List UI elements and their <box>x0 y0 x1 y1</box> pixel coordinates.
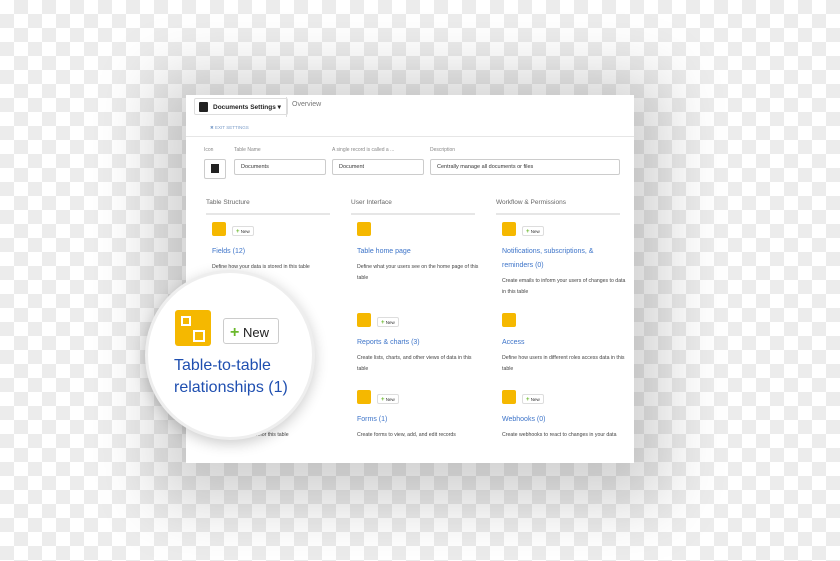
webhooks-link[interactable]: Webhooks (0) <box>502 413 545 427</box>
new-form-button[interactable]: + New <box>377 394 399 404</box>
table-name-label: Table Name <box>234 147 261 153</box>
fields-link[interactable]: Fields (12) <box>212 245 245 259</box>
divider <box>186 136 634 137</box>
table-home-page-link[interactable]: Table home page <box>357 245 411 259</box>
forms-link[interactable]: Forms (1) <box>357 413 387 427</box>
icon-picker[interactable] <box>204 159 226 179</box>
webhooks-icon <box>502 390 516 404</box>
new-webhook-button[interactable]: + New <box>522 394 544 404</box>
section-title: Workflow & Permissions <box>496 199 566 206</box>
reports-icon <box>357 313 371 327</box>
notifications-icon <box>502 222 516 236</box>
divider <box>496 213 620 215</box>
access-icon <box>502 313 516 327</box>
table-settings-dropdown[interactable]: Documents Settings ▾ <box>194 98 288 115</box>
divider <box>206 213 330 215</box>
exit-settings-link[interactable]: ✖ EXIT SETTINGS <box>210 125 249 131</box>
item-description: Create webhooks to react to changes in y… <box>502 432 617 438</box>
record-name-label: A single record is called a ... <box>332 147 395 153</box>
new-report-button[interactable]: + New <box>377 317 399 327</box>
documents-icon <box>199 102 208 112</box>
table-name-input[interactable]: Documents <box>234 159 326 175</box>
section-title: User Interface <box>351 199 392 206</box>
description-input[interactable]: Centrally manage all documents or files <box>430 159 620 175</box>
description-label: Description <box>430 147 456 153</box>
item-description: Define what your users see on the home p… <box>357 264 479 281</box>
item-description: Define how users in different roles acce… <box>502 355 625 372</box>
section-title: Table Structure <box>206 199 250 206</box>
home-page-icon <box>357 222 371 236</box>
new-field-button[interactable]: + New <box>232 226 254 236</box>
access-link[interactable]: Access <box>502 336 525 350</box>
notifications-link[interactable]: Notifications, subscriptions, & reminder… <box>502 245 612 273</box>
divider <box>351 213 475 215</box>
forms-icon <box>357 390 371 404</box>
item-description: Create forms to view, add, and edit reco… <box>357 432 456 438</box>
item-description: Create emails to inform your users of ch… <box>502 278 626 295</box>
record-name-input[interactable]: Document <box>332 159 424 175</box>
relationships-link[interactable]: Table-to-table relationships (1) <box>174 355 309 399</box>
new-notification-button[interactable]: + New <box>522 226 544 236</box>
item-description: Create lists, charts, and other views of… <box>357 355 472 372</box>
divider <box>286 97 287 117</box>
magnifier-callout: + New Table-to-table relationships (1) <box>145 270 315 440</box>
new-relationship-button[interactable]: + New <box>223 318 279 344</box>
relationships-icon <box>175 310 211 346</box>
fields-icon <box>212 222 226 236</box>
breadcrumb: Overview <box>292 101 322 108</box>
icon-label: Icon <box>204 147 214 153</box>
reports-link[interactable]: Reports & charts (3) <box>357 336 420 350</box>
